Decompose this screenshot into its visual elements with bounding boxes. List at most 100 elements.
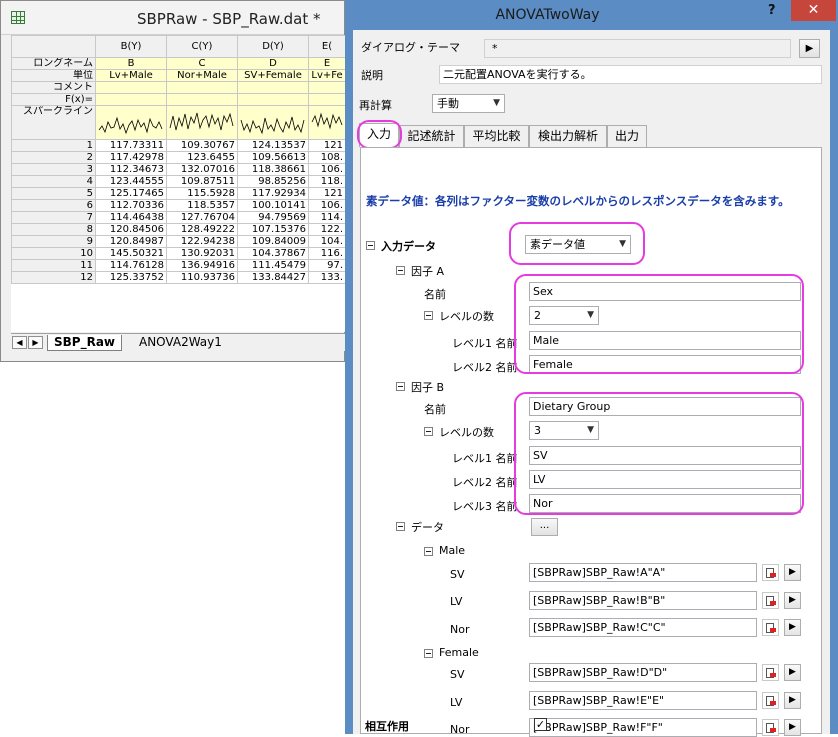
label-cell[interactable] [237,81,309,94]
data-cell[interactable]: 117.92934 [237,187,309,200]
collapse-icon[interactable] [396,266,405,275]
label-row-header[interactable]: 単位 [11,69,96,82]
sparkline-cell[interactable] [166,105,238,140]
label-cell[interactable]: C [166,57,238,70]
label-cell[interactable] [308,93,346,106]
label-row-header[interactable]: コメント [11,81,96,94]
corner-cell[interactable] [11,35,96,58]
data-cell[interactable]: 123.44555 [95,175,167,188]
data-cell[interactable]: 118.5357 [166,199,238,212]
tab-input[interactable]: 入力 [359,123,399,147]
factor-b-name-input[interactable]: Dietary Group [529,397,801,416]
male-sv-range-input[interactable]: [SBPRaw]SBP_Raw!A"A" [529,563,757,582]
data-cell[interactable]: 128.49222 [166,223,238,236]
worksheet-title-bar[interactable]: SBPRaw - SBP_Raw.dat * [1,1,344,35]
factor-a-level1-input[interactable]: Male [529,331,801,350]
tab-power-analysis[interactable]: 検出力解析 [529,125,607,147]
collapse-icon[interactable] [424,547,433,556]
data-browse-button[interactable]: ... [531,518,558,536]
data-cell[interactable]: 122. [308,223,346,236]
male-nor-range-input[interactable]: [SBPRaw]SBP_Raw!C"C" [529,618,757,637]
factor-b-level3-input[interactable]: Nor [529,494,801,513]
label-cell[interactable]: Lv+Male [95,69,167,82]
label-cell[interactable]: D [237,57,309,70]
data-cell[interactable]: 97. [308,259,346,272]
data-cell[interactable]: 120.84506 [95,223,167,236]
female-lv-range-input[interactable]: [SBPRaw]SBP_Raw!E"E" [529,691,757,710]
data-cell[interactable]: 114.76128 [95,259,167,272]
tab-prev-icon[interactable]: ◀ [12,336,27,349]
data-cell[interactable]: 94.79569 [237,211,309,224]
data-cell[interactable]: 136.94916 [166,259,238,272]
factor-a-levels-dropdown[interactable]: 2 ▼ [529,306,599,325]
label-cell[interactable] [237,93,309,106]
data-cell[interactable]: 110.93736 [166,271,238,284]
data-cell[interactable]: 109.30767 [166,139,238,152]
factor-a-level2-input[interactable]: Female [529,355,801,374]
row-header[interactable]: 9 [11,235,96,248]
worksheet-grid[interactable]: B(Y) C(Y) D(Y) E( ロングネーム B C D E 単位 Lv+M… [11,35,346,332]
data-cell[interactable]: 130.92031 [166,247,238,260]
sparkline-cell[interactable] [308,105,346,140]
data-cell[interactable]: 125.33752 [95,271,167,284]
theme-field[interactable]: * [484,39,791,58]
data-cell[interactable]: 109.56613 [237,151,309,164]
row-header[interactable]: 5 [11,187,96,200]
label-cell[interactable]: Nor+Male [166,69,238,82]
theme-menu-button[interactable]: ▶ [799,39,820,58]
label-cell[interactable] [95,81,167,94]
male-lv-range-input[interactable]: [SBPRaw]SBP_Raw!B"B" [529,591,757,610]
column-header[interactable]: D(Y) [237,35,309,58]
sheet-tab-sbp-raw[interactable]: SBP_Raw [47,335,123,351]
data-cell[interactable]: 117.42978 [95,151,167,164]
sparkline-cell[interactable] [237,105,309,140]
data-cell[interactable]: 121 [308,187,346,200]
tab-next-icon[interactable]: ▶ [28,336,43,349]
label-row-header[interactable]: ロングネーム [11,57,96,70]
data-cell[interactable]: 125.17465 [95,187,167,200]
collapse-icon[interactable] [396,522,405,531]
data-cell[interactable]: 104. [308,235,346,248]
range-menu-button[interactable]: ▶ [784,664,801,681]
collapse-icon[interactable] [396,382,405,391]
factor-b-levels-dropdown[interactable]: 3 ▼ [529,421,599,440]
recalculate-dropdown[interactable]: 手動 ▼ [432,94,505,113]
interaction-checkbox[interactable]: ✓ [534,718,547,731]
collapse-icon[interactable] [424,427,433,436]
data-cell[interactable]: 121 [308,139,346,152]
data-cell[interactable]: 106. [308,199,346,212]
label-row-header[interactable]: F(x)= [11,93,96,106]
data-cell[interactable]: 106. [308,163,346,176]
tab-means-comparison[interactable]: 平均比較 [464,125,529,147]
data-cell[interactable]: 122.94238 [166,235,238,248]
range-menu-button[interactable]: ▶ [784,619,801,636]
dialog-title-bar[interactable]: ANOVATwoWay ? ✕ [345,0,838,30]
collapse-icon[interactable] [424,311,433,320]
sparkline-row-header[interactable]: スパークライン [11,105,96,140]
label-cell[interactable] [308,81,346,94]
row-header[interactable]: 8 [11,223,96,236]
column-header[interactable]: E( [308,35,346,58]
range-menu-button[interactable]: ▶ [784,719,801,736]
factor-b-level2-input[interactable]: LV [529,470,801,489]
row-header[interactable]: 7 [11,211,96,224]
label-cell[interactable] [166,81,238,94]
range-menu-button[interactable]: ▶ [784,564,801,581]
sparkline-cell[interactable] [95,105,167,140]
row-header[interactable]: 3 [11,163,96,176]
data-cell[interactable]: 104.37867 [237,247,309,260]
select-range-icon[interactable] [762,619,779,636]
female-sv-range-input[interactable]: [SBPRaw]SBP_Raw!D"D" [529,663,757,682]
data-cell[interactable]: 127.76704 [166,211,238,224]
data-cell[interactable]: 108. [308,151,346,164]
tab-output[interactable]: 出力 [607,125,647,147]
data-cell[interactable]: 120.84987 [95,235,167,248]
data-cell[interactable]: 114. [308,211,346,224]
factor-a-name-input[interactable]: Sex [529,282,801,301]
label-cell[interactable]: Lv+Fe [308,69,346,82]
collapse-icon[interactable] [424,649,433,658]
row-header[interactable]: 4 [11,175,96,188]
range-menu-button[interactable]: ▶ [784,592,801,609]
select-range-icon[interactable] [762,564,779,581]
row-header[interactable]: 6 [11,199,96,212]
